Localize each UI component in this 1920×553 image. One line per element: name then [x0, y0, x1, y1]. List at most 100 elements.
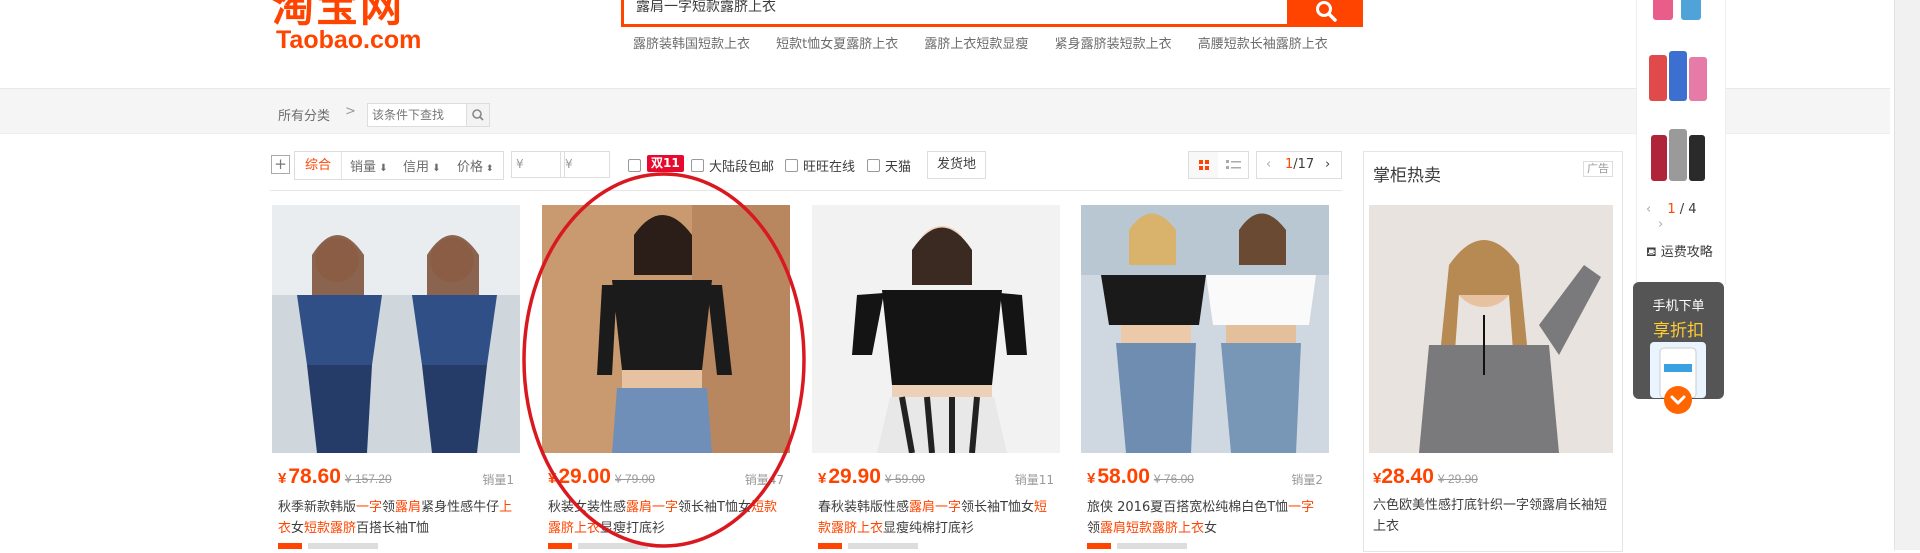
- title-text: 紧身性感牛仔: [421, 500, 500, 515]
- search-icon: [472, 109, 484, 121]
- hot-item-title[interactable]: 六色欧美性感打底针织一字领露肩长袖短上衣: [1373, 495, 1613, 537]
- checkbox-tmall[interactable]: [867, 159, 880, 172]
- hot-word[interactable]: 高腰短款长袖露脐上衣: [1198, 37, 1328, 52]
- side-ad-thumb[interactable]: [1645, 121, 1711, 189]
- hot-word[interactable]: 露脐装韩国短款上衣: [633, 37, 750, 52]
- pager: ‹ 1/17 ›: [1256, 151, 1342, 179]
- sort-credit[interactable]: 信用 ⬇: [403, 156, 441, 175]
- grid-view-button[interactable]: [1188, 151, 1220, 179]
- hot-old-price: ¥ 29.90: [1437, 472, 1478, 486]
- list-icon: [1226, 160, 1241, 169]
- side-ad-thumb[interactable]: [1645, 0, 1711, 28]
- original-price: ¥ 59.00: [884, 472, 925, 486]
- title-text: 春秋装韩版性感: [818, 500, 910, 515]
- side-prev-icon[interactable]: ‹: [1646, 202, 1651, 217]
- hot-word[interactable]: 短款t恤女夏露脐上衣: [776, 37, 898, 52]
- title-text: 显瘦纯棉打底衫: [883, 521, 975, 536]
- title-text: 秋季新款韩版: [278, 500, 357, 515]
- tmall-label[interactable]: 天猫: [885, 156, 911, 175]
- search-box: [621, 0, 1293, 27]
- taobao-logo-chinese[interactable]: 淘宝网: [272, 0, 404, 28]
- hot-words: 露脐装韩国短款上衣 短款t恤女夏露脐上衣 露脐上衣短款显瘦 紧身露脐装短款上衣 …: [633, 33, 1350, 52]
- shipping-guide-label: 运费攻略: [1660, 245, 1713, 260]
- sort-sales[interactable]: 销量 ⬇: [350, 156, 388, 175]
- hot-sale-title: 掌柜热卖: [1373, 166, 1441, 186]
- sort-updown-icon: ⬍: [483, 164, 494, 174]
- sales-count: 销量1: [482, 473, 514, 487]
- title-keyword-highlight: 露肩一字: [909, 500, 962, 515]
- product-price: ¥78.60 ¥ 157.20: [278, 465, 392, 489]
- mobile-order-promo[interactable]: 手机下单 享折扣: [1633, 282, 1724, 399]
- price-value: 29.90: [828, 465, 881, 488]
- next-page-icon[interactable]: ›: [1325, 152, 1330, 178]
- filter-search-input[interactable]: [372, 106, 462, 124]
- title-text: 领: [1087, 521, 1101, 536]
- arrow-down-icon: ⬇: [429, 163, 441, 174]
- side-page-total: / 4: [1675, 202, 1697, 217]
- hot-word[interactable]: 紧身露脐装短款上衣: [1055, 37, 1172, 52]
- prev-page-icon[interactable]: ‹: [1266, 152, 1271, 178]
- title-text: 女: [291, 521, 305, 536]
- expand-filter-button[interactable]: +: [271, 155, 290, 174]
- product-price: ¥58.00 ¥ 76.00: [1087, 465, 1194, 489]
- title-text: 领长袖T恤女: [961, 500, 1034, 515]
- side-ad-thumb[interactable]: [1645, 41, 1711, 109]
- hot-item-image[interactable]: [1369, 205, 1613, 453]
- title-text: 女: [1204, 521, 1218, 536]
- page-scrollbar[interactable]: [1894, 0, 1920, 550]
- search-icon: [1316, 1, 1337, 22]
- grid-icon: [1199, 160, 1209, 170]
- search-button[interactable]: [1287, 0, 1363, 27]
- price-value: 78.60: [288, 465, 341, 488]
- ad-tag: 广告: [1583, 161, 1613, 177]
- sort-credit-label: 信用: [403, 160, 430, 175]
- list-view-button[interactable]: [1218, 151, 1249, 179]
- side-next-icon[interactable]: ›: [1658, 217, 1663, 232]
- side-pager-text: 1 / 4: [1667, 202, 1696, 217]
- ship-from-dropdown[interactable]: 发货地: [927, 151, 986, 179]
- price-value: 58.00: [1097, 465, 1150, 488]
- original-price: ¥ 76.00: [1153, 472, 1194, 486]
- sales-count: 销量11: [1014, 473, 1054, 487]
- title-text: 百搭长袖T恤: [356, 521, 429, 536]
- breadcrumb-arrow-icon: >: [345, 104, 356, 119]
- hot-word[interactable]: 露脐上衣短款显瘦: [924, 37, 1028, 52]
- currency-icon: ¥: [1087, 470, 1096, 487]
- sort-price[interactable]: 价格 ⬍: [457, 156, 493, 175]
- product-card[interactable]: ¥58.00 ¥ 76.00 销量2 旅侠 2016夏百搭宽松纯棉白色T恤一字领露…: [1081, 205, 1329, 550]
- product-image[interactable]: [1081, 205, 1329, 453]
- hot-price-value: 28.40: [1381, 465, 1434, 488]
- chevron-down-icon[interactable]: [1664, 386, 1692, 414]
- hot-item-price: ¥28.40 ¥ 29.90: [1373, 465, 1478, 489]
- title-keyword-highlight: 露肩: [395, 500, 422, 515]
- page-total: /17: [1293, 157, 1315, 172]
- arrow-down-icon: ⬇: [376, 163, 388, 174]
- title-keyword-highlight: 短款露脐: [304, 521, 357, 536]
- side-pager: ‹ 1 / 4 ›: [1646, 202, 1710, 232]
- filter-search-button[interactable]: [466, 104, 489, 126]
- product-title[interactable]: 春秋装韩版性感露肩一字领长袖T恤女短款露脐上衣显瘦纯棉打底衫: [818, 497, 1054, 539]
- product-meta: [1087, 543, 1323, 553]
- title-keyword-highlight: 一字: [356, 500, 383, 515]
- product-card[interactable]: ¥78.60 ¥ 157.20 销量1 秋季新款韩版一字领露肩紧身性感牛仔上衣女短…: [272, 205, 520, 550]
- search-input[interactable]: [636, 0, 1196, 18]
- product-title[interactable]: 秋季新款韩版一字领露肩紧身性感牛仔上衣女短款露脐百搭长袖T恤: [278, 497, 514, 539]
- title-keyword-highlight: 露肩短款露脐上衣: [1100, 521, 1205, 536]
- sort-price-label: 价格: [457, 160, 484, 175]
- mobile-order-line1: 手机下单: [1652, 299, 1705, 314]
- shipping-guide-link[interactable]: ⛾ 运费攻略: [1646, 241, 1713, 262]
- taobao-logo-english[interactable]: Taobao.com: [276, 25, 421, 55]
- title-text: 领: [382, 500, 396, 515]
- sort-default[interactable]: 综合: [295, 152, 342, 179]
- red-circle-annotation: [522, 172, 806, 548]
- product-meta: [818, 543, 1054, 553]
- sales-count: 销量2: [1291, 473, 1323, 487]
- product-meta: [278, 543, 514, 553]
- product-image[interactable]: [812, 205, 1060, 453]
- breadcrumb-all-categories[interactable]: 所有分类: [278, 105, 330, 124]
- side-page-current: 1: [1667, 202, 1676, 217]
- product-card[interactable]: ¥29.90 ¥ 59.00 销量11 春秋装韩版性感露肩一字领长袖T恤女短款露脐…: [812, 205, 1060, 550]
- currency-icon: ¥: [278, 470, 287, 487]
- product-image[interactable]: [272, 205, 520, 453]
- product-title[interactable]: 旅侠 2016夏百搭宽松纯棉白色T恤一字领露肩短款露脐上衣女: [1087, 497, 1323, 539]
